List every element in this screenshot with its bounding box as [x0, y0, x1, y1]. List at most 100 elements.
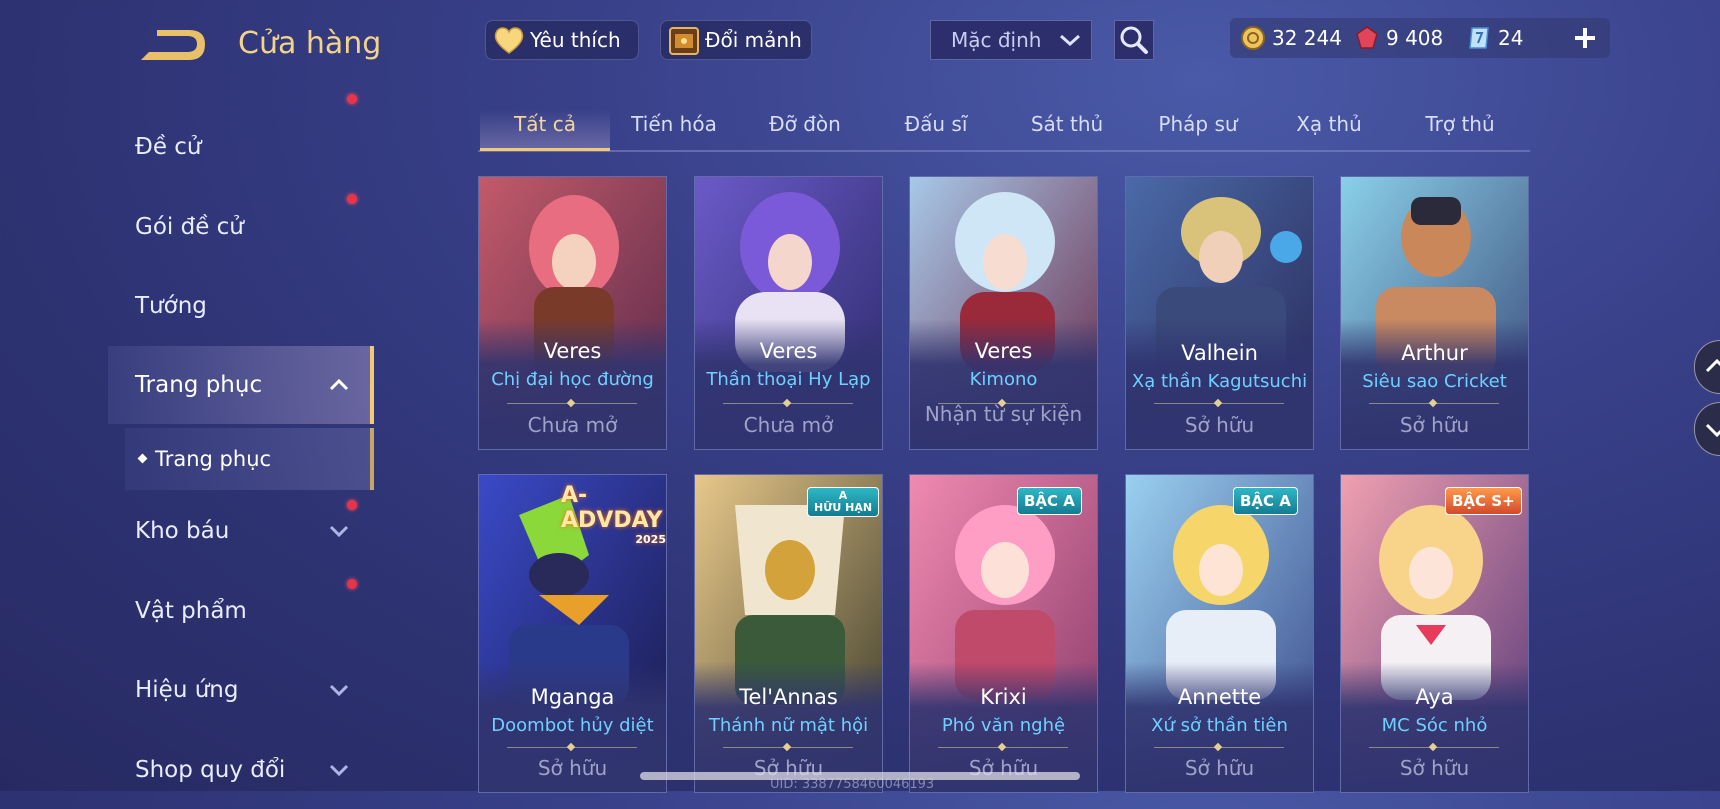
gold-coin-icon: [1241, 26, 1265, 50]
skin-name: Thần thoại Hy Lạp: [706, 369, 871, 390]
tab-assassin[interactable]: Sát thủ: [1002, 100, 1132, 148]
voucher-icon: [1469, 27, 1489, 49]
hero-name: Aya: [1415, 685, 1454, 709]
hero-name: Veres: [974, 339, 1033, 363]
chevron-down-icon: [329, 764, 349, 777]
skin-card[interactable]: Valhein Xạ thần Kagutsuchi Sở hữu: [1125, 176, 1314, 450]
divider: [507, 747, 637, 748]
tab-support[interactable]: Trợ thủ: [1395, 100, 1525, 148]
exchange-label: Đổi mảnh: [705, 28, 802, 52]
voucher-currency: 24: [1466, 18, 1523, 58]
chevron-down-icon: [1060, 34, 1080, 47]
sidebar-subitem-label: Trang phục: [155, 447, 272, 471]
skin-status: Sở hữu: [1184, 413, 1255, 437]
skin-status: Sở hữu: [1399, 413, 1470, 437]
search-icon: [1120, 26, 1148, 54]
divider: [1369, 403, 1499, 404]
sidebar-item-skins[interactable]: Trang phục: [108, 346, 374, 424]
skin-card[interactable]: A-ADVDAY 2025 Mganga Doombot hủy diệt Sở…: [478, 474, 667, 793]
hero-name: Arthur: [1401, 341, 1468, 365]
notification-dot: [347, 500, 357, 510]
heart-icon: [494, 27, 524, 54]
skin-card[interactable]: Arthur Siêu sao Cricket Sở hữu: [1340, 176, 1529, 450]
favorites-button[interactable]: Yêu thích: [485, 20, 639, 60]
voucher-amount: 24: [1498, 26, 1524, 50]
chevron-up-icon: [329, 378, 349, 391]
category-tabs: Tất cả Tiến hóa Đỡ đòn Đấu sĩ Sát thủ Ph…: [478, 100, 1530, 152]
hero-name: Veres: [543, 339, 602, 363]
tab-tank[interactable]: Đỡ đòn: [740, 100, 870, 148]
chevron-down-icon: [1705, 423, 1720, 438]
exchange-fragments-button[interactable]: Đổi mảnh: [660, 20, 812, 60]
sidebar-item-label: Shop quy đổi: [135, 757, 286, 783]
divider: [723, 403, 853, 404]
scroll-down-button[interactable]: [1694, 402, 1720, 456]
skin-name: Chị đại học đường: [491, 369, 654, 390]
skin-name: Phó văn nghệ: [941, 715, 1066, 736]
skin-status: Nhận từ sự kiện: [924, 402, 1083, 426]
sidebar-item-effects[interactable]: Hiệu ứng: [0, 651, 370, 729]
back-button[interactable]: [135, 26, 207, 66]
rank-badge: BẬC A: [1233, 487, 1298, 515]
bullet-icon: [137, 453, 148, 464]
tab-mage[interactable]: Pháp sư: [1133, 100, 1263, 148]
skin-card[interactable]: Veres Kimono Nhận từ sự kiện: [909, 176, 1098, 450]
skin-card[interactable]: Veres Thần thoại Hy Lạp Chưa mở: [694, 176, 883, 450]
sort-value: Mặc định: [951, 28, 1042, 52]
search-button[interactable]: [1114, 20, 1154, 60]
tab-marksman[interactable]: Xạ thủ: [1264, 100, 1394, 148]
notification-dot: [347, 579, 357, 589]
sidebar-item-label: Gói đề cử: [135, 214, 244, 240]
skin-name: Thánh nữ mật hội: [708, 715, 869, 736]
sidebar-item-items[interactable]: Vật phẩm: [0, 572, 370, 650]
tab-all[interactable]: Tất cả: [480, 100, 610, 151]
divider: [1154, 403, 1284, 404]
divider: [507, 403, 637, 404]
event-logo: A-ADVDAY 2025: [561, 483, 666, 546]
divider: [938, 747, 1068, 748]
divider: [723, 747, 853, 748]
skin-name: MC Sóc nhỏ: [1381, 715, 1488, 736]
uid-label: UID: 3387758460046193: [770, 777, 935, 792]
chevron-up-icon: [1705, 358, 1720, 373]
sidebar-item-heroes[interactable]: Tướng: [0, 267, 370, 345]
skin-card[interactable]: BẬC A Annette Xứ sở thần tiên Sở hữu: [1125, 474, 1314, 793]
hero-name: Veres: [759, 339, 818, 363]
skin-card[interactable]: Veres Chị đại học đường Chưa mở: [478, 176, 667, 450]
skin-status: Chưa mở: [743, 413, 834, 437]
sidebar-item-label: Vật phẩm: [135, 598, 247, 624]
rank-badge: BẬC S+: [1445, 487, 1522, 515]
sidebar-item-label: Trang phục: [135, 372, 263, 398]
sidebar-item-label: Hiệu ứng: [135, 677, 239, 703]
add-currency-button[interactable]: [1570, 20, 1600, 56]
scroll-up-button[interactable]: [1694, 340, 1720, 394]
sidebar-item-recommended-packs[interactable]: Gói đề cử: [0, 94, 370, 266]
hero-name: Tel'Annas: [739, 685, 838, 709]
skin-status: Sở hữu: [1184, 756, 1255, 780]
skin-card[interactable]: BẬC A Krixi Phó văn nghệ Sở hữu: [909, 474, 1098, 793]
skin-status: Sở hữu: [1399, 756, 1470, 780]
skin-card[interactable]: BẬC S+ Aya MC Sóc nhỏ Sở hữu: [1340, 474, 1529, 793]
chevron-down-icon: [329, 684, 349, 697]
sidebar-item-treasure[interactable]: Kho báu: [0, 492, 370, 570]
tab-evolution[interactable]: Tiến hóa: [609, 100, 739, 148]
skin-name: Xạ thần Kagutsuchi: [1131, 371, 1308, 392]
skin-status: Sở hữu: [537, 756, 608, 780]
hero-name: Mganga: [530, 685, 615, 709]
rank-badge: BẬC A: [1017, 487, 1082, 515]
sort-dropdown[interactable]: Mặc định: [930, 20, 1092, 60]
sidebar-item-label: Tướng: [135, 293, 207, 319]
page-title: Cửa hàng: [238, 26, 382, 61]
sidebar-item-recommended[interactable]: Đề cử: [0, 108, 370, 186]
tab-fighter[interactable]: Đấu sĩ: [871, 100, 1001, 148]
skin-card[interactable]: A HỮU HẠN Tel'Annas Thánh nữ mật hội Sở …: [694, 474, 883, 793]
red-gem-icon: [1356, 26, 1378, 49]
currency-bar: 32 244 9 408 24: [1230, 18, 1610, 58]
gem-currency: 9 408: [1354, 18, 1443, 58]
sidebar-item-exchange-shop[interactable]: Shop quy đổi: [0, 731, 370, 809]
notification-dot: [347, 194, 357, 204]
chest-icon: [669, 27, 699, 55]
back-arrow-icon: [141, 30, 205, 60]
sidebar-subitem-skins[interactable]: Trang phục: [125, 428, 374, 490]
divider: [1154, 747, 1284, 748]
